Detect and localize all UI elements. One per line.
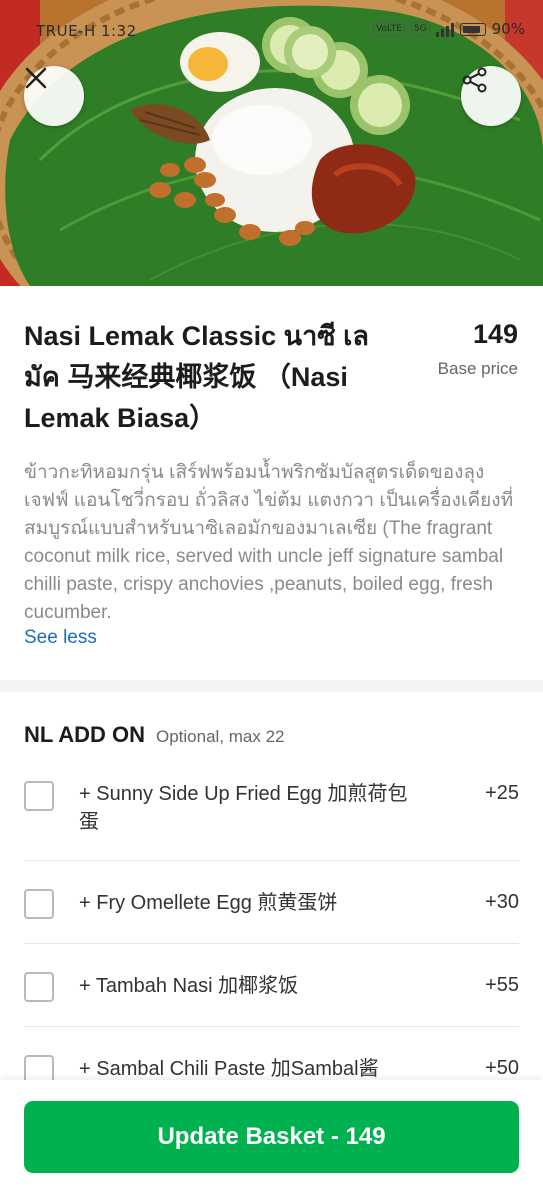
see-less-link[interactable]: See less	[24, 627, 97, 649]
item-description: ข้าวกะทิหอมกรุ่น เสิร์ฟพร้อมน้ำพริกซัมบั…	[24, 462, 514, 623]
battery-icon	[459, 22, 486, 36]
checkbox[interactable]	[24, 889, 54, 919]
section-divider	[0, 680, 543, 692]
addon-option-tambah-nasi[interactable]: + Tambah Nasi 加椰浆饭 +55	[24, 944, 519, 1027]
update-basket-button[interactable]: Update Basket - 149	[24, 1101, 519, 1173]
option-label: + Fry Omellete Egg 煎黄蛋饼	[79, 892, 338, 914]
network-badge: 5G	[410, 22, 430, 36]
option-label: + Tambah Nasi 加椰浆饭	[79, 975, 299, 997]
carrier-time: TRUE-H 1:32	[36, 22, 137, 40]
addon-option-omelette-egg[interactable]: + Fry Omellete Egg 煎黄蛋饼 +30	[24, 861, 519, 944]
checkbox[interactable]	[24, 781, 54, 811]
item-price: 149	[472, 319, 518, 349]
addon-option-sambal[interactable]: + Sambal Chili Paste 加Sambal酱 +50	[24, 1027, 519, 1080]
bottom-bar: Update Basket - 149	[0, 1080, 543, 1200]
addon-title: NL ADD ON	[24, 722, 145, 747]
status-icons: VoLTE 5G 90%	[373, 20, 525, 38]
option-price: +55	[485, 974, 519, 996]
option-label: + Sambal Chili Paste 加Sambal酱	[79, 1058, 379, 1080]
share-icon	[462, 67, 487, 93]
option-label: + Sunny Side Up Fried Egg 加煎荷包蛋	[79, 783, 408, 833]
option-price: +50	[485, 1057, 519, 1079]
volte-badge: VoLTE	[373, 22, 405, 36]
share-button[interactable]	[461, 66, 521, 126]
battery-percent: 90%	[491, 20, 525, 38]
option-price: +25	[485, 782, 519, 804]
addon-option-sunny-egg[interactable]: + Sunny Side Up Fried Egg 加煎荷包蛋 +25	[24, 764, 519, 861]
addon-header: NL ADD ON Optional, max 22	[24, 722, 285, 748]
option-price: +30	[485, 891, 519, 913]
checkbox[interactable]	[24, 1055, 54, 1080]
base-price-label: Base price	[437, 359, 518, 378]
checkbox[interactable]	[24, 972, 54, 1002]
close-icon	[25, 67, 47, 89]
addon-section: NL ADD ON Optional, max 22 + Sunny Side …	[0, 692, 543, 1080]
hero-food-image: TRUE-H 1:32 VoLTE 5G 90%	[0, 0, 543, 286]
item-details: Nasi Lemak Classic นาซี เลมัค 马来经典椰浆饭 （N…	[0, 286, 543, 678]
addon-subtitle: Optional, max 22	[156, 727, 285, 746]
item-title: Nasi Lemak Classic นาซี เลมัค 马来经典椰浆饭 （N…	[24, 321, 369, 433]
close-button[interactable]	[24, 66, 84, 126]
signal-icon	[435, 21, 454, 37]
status-bar: TRUE-H 1:32 VoLTE 5G 90%	[0, 0, 543, 56]
